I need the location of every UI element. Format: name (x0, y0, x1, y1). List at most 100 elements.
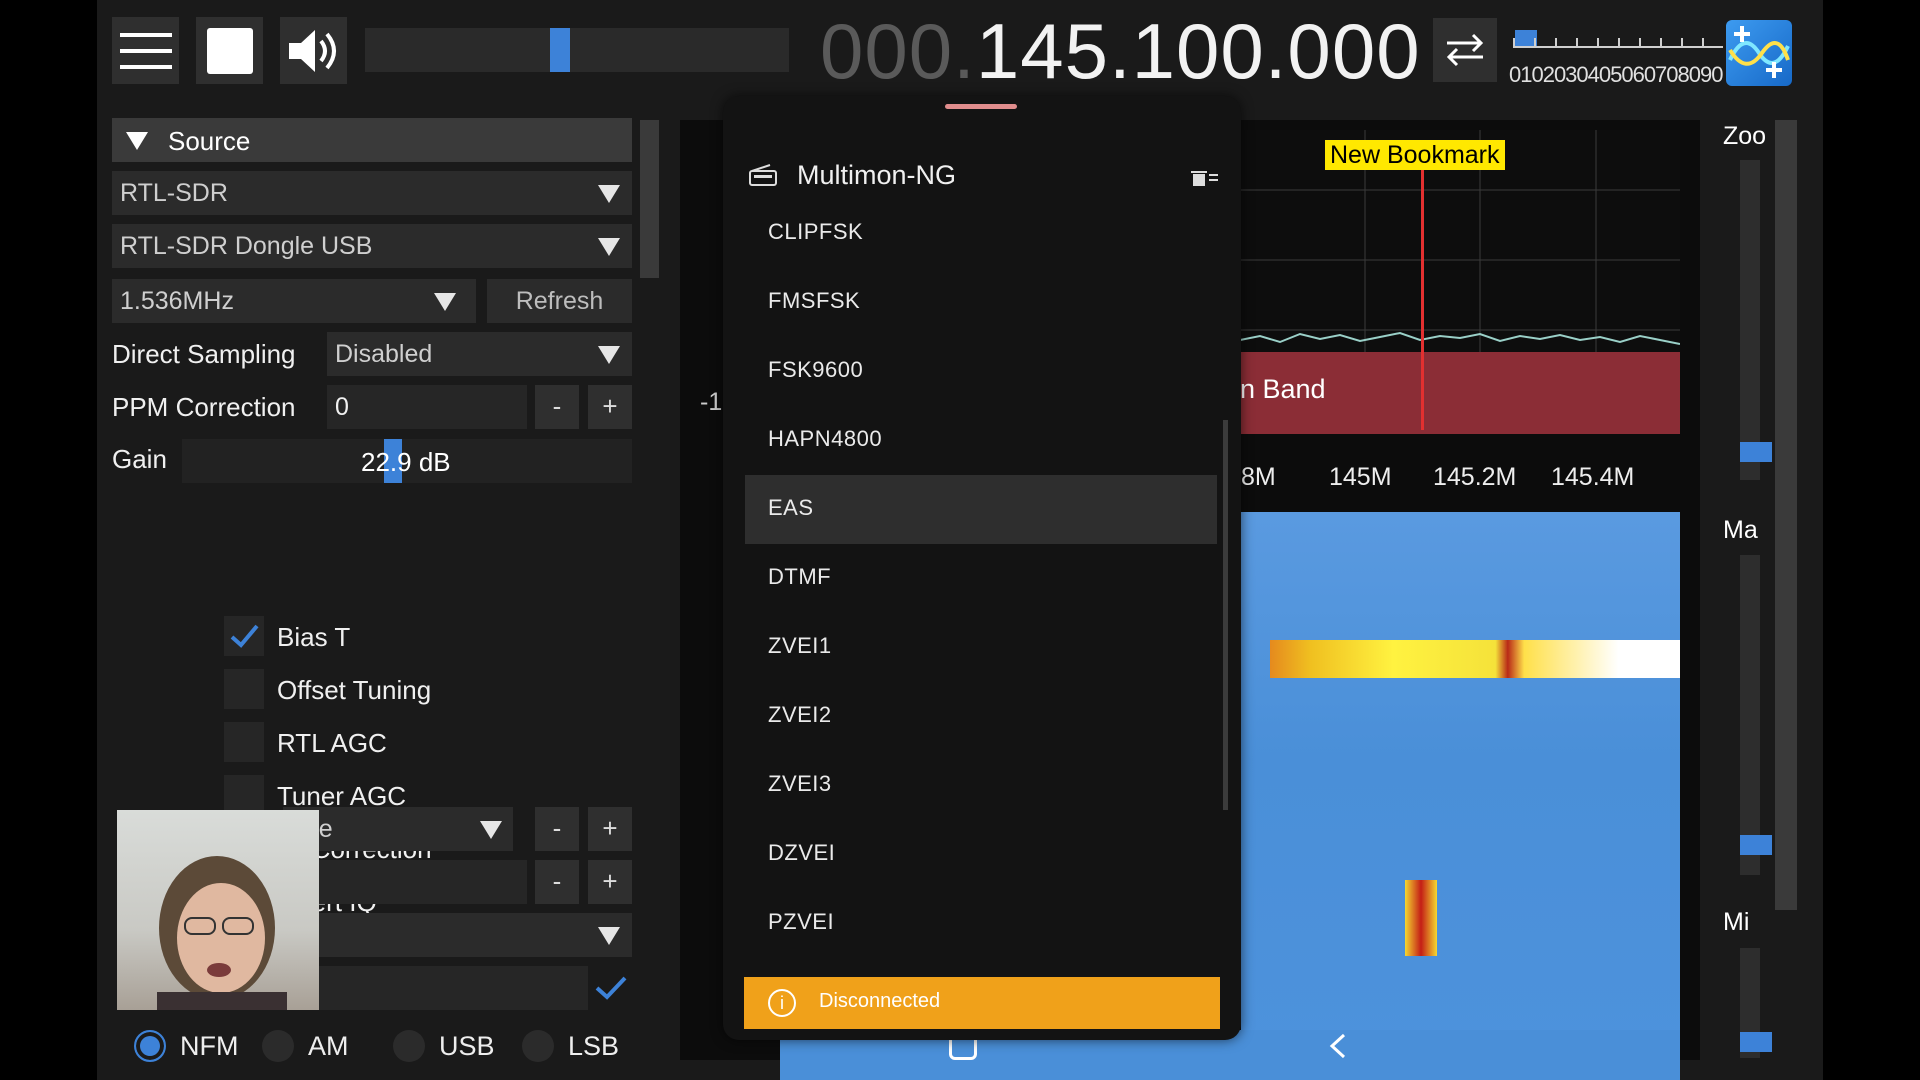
modal-title: Multimon-NG (797, 160, 957, 190)
zoom-slider[interactable] (1740, 160, 1760, 480)
back-nav-icon[interactable] (1328, 1033, 1348, 1059)
gain-value: 22.9 dB (361, 447, 451, 477)
direct-sampling-select[interactable]: Disabled (327, 332, 632, 376)
decoder-option-label: ZVEI3 (768, 771, 832, 796)
direct-sampling-value: Disabled (335, 340, 433, 368)
checkbox[interactable] (224, 616, 264, 656)
decoder-option[interactable]: HAPN4800 (745, 406, 1217, 475)
mode-label[interactable]: USB (439, 1031, 495, 1062)
waterfall-signal-trace (1270, 640, 1680, 678)
decoder-option-label: ZVEI1 (768, 633, 832, 658)
decoder-option-label: ZVEI2 (768, 702, 832, 727)
decoder-option[interactable]: PZVEI (745, 889, 1217, 958)
volume-slider[interactable] (365, 28, 789, 72)
samplerate-select-value: 1.536MHz (120, 287, 234, 315)
tuning-marker[interactable] (1421, 140, 1424, 430)
partial-increment-button-1[interactable]: + (588, 807, 632, 851)
sdrpp-logo-icon (1728, 26, 1790, 78)
chevron-down-icon (598, 238, 620, 256)
mode-label[interactable]: AM (308, 1031, 349, 1062)
decoder-option[interactable]: ZVEI2 (745, 682, 1217, 751)
stop-button[interactable] (196, 17, 263, 84)
max-slider[interactable] (1740, 555, 1760, 875)
chevron-down-icon (598, 185, 620, 203)
partial-increment-button-2[interactable]: + (588, 860, 632, 904)
right-panel-scrollbar[interactable] (1775, 120, 1797, 910)
modal-drag-handle[interactable] (945, 104, 1017, 109)
checkbox[interactable] (224, 722, 264, 762)
min-label: Mi (1723, 908, 1750, 936)
connection-status-text: Disconnected (819, 990, 941, 1012)
ppm-decrement-button[interactable]: - (535, 385, 579, 429)
mode-label[interactable]: NFM (180, 1031, 238, 1062)
volume-slider-thumb[interactable] (550, 28, 570, 72)
decoder-option[interactable]: DZVEI (745, 820, 1217, 889)
checkbox-label: Offset Tuning (277, 675, 432, 705)
partial-input-2[interactable]: 0 (283, 860, 527, 904)
checkbox[interactable] (224, 669, 264, 709)
decoder-option-label: CLIPFSK (768, 219, 864, 244)
decoder-option[interactable]: ZVEI3 (745, 751, 1217, 820)
partial-decrement-button-2[interactable]: - (535, 860, 579, 904)
ppm-increment-button[interactable]: + (588, 385, 632, 429)
ppm-correction-label: PPM Correction (112, 392, 296, 422)
mode-label[interactable]: LSB (568, 1031, 619, 1062)
x-tick-2: 145.2M (1433, 463, 1517, 491)
device-select[interactable]: RTL-SDR Dongle USB (112, 224, 632, 268)
decoder-option-label: DTMF (768, 564, 832, 589)
source-select[interactable]: RTL-SDR (112, 171, 632, 215)
trash-icon[interactable] (1190, 168, 1220, 188)
samplerate-select[interactable]: 1.536MHz (112, 279, 476, 323)
chevron-down-icon (598, 346, 620, 364)
source-panel-scrollbar[interactable] (640, 120, 659, 278)
decoder-option[interactable]: ZVEI1 (745, 613, 1217, 682)
min-slider-thumb[interactable] (1740, 1032, 1772, 1052)
chevron-down-icon (598, 927, 620, 945)
checkbox[interactable] (224, 775, 264, 815)
checkbox-label: RTL AGC (277, 728, 387, 758)
confirm-check-icon[interactable] (594, 975, 628, 1001)
collapse-arrow-icon (126, 132, 148, 150)
device-select-value: RTL-SDR Dongle USB (120, 232, 373, 260)
decoder-option[interactable]: CLIPFSK (745, 199, 1217, 268)
gain-label: Gain (112, 444, 167, 474)
swap-button[interactable] (1433, 18, 1497, 82)
mode-radio[interactable] (522, 1030, 554, 1062)
person-silhouette (157, 856, 287, 1010)
swap-arrows-icon (1446, 33, 1484, 67)
partial-input-4[interactable] (283, 966, 588, 1010)
hamburger-icon (119, 32, 172, 69)
frequency-prefix[interactable]: 000. (820, 7, 976, 95)
info-icon: i (768, 989, 796, 1017)
frequency-value[interactable]: 145.100.000 (976, 7, 1421, 95)
decoder-option[interactable]: FSK9600 (745, 337, 1217, 406)
decoder-option[interactable]: DTMF (745, 544, 1217, 613)
decoder-option[interactable]: FMSFSK (745, 268, 1217, 337)
mute-button[interactable] (280, 17, 347, 84)
mode-radio[interactable] (393, 1030, 425, 1062)
fft-y-tick: -1 (700, 388, 723, 416)
checkmark-icon (230, 624, 259, 648)
partial-select-3[interactable]: ne (283, 913, 632, 957)
snr-meter-ticks (1513, 38, 1704, 48)
waterfall[interactable] (1241, 512, 1680, 1060)
max-slider-thumb[interactable] (1740, 835, 1772, 855)
mode-radio[interactable] (262, 1030, 294, 1062)
refresh-button[interactable]: Refresh (487, 279, 632, 323)
decoder-option-label: FMSFSK (768, 288, 861, 313)
menu-button[interactable] (112, 17, 179, 84)
decoder-option[interactable]: EAS (745, 475, 1217, 544)
source-section-title: Source (168, 126, 251, 156)
mode-radio[interactable] (134, 1030, 166, 1062)
modal-scrollbar[interactable] (1223, 420, 1228, 810)
zoom-slider-thumb[interactable] (1740, 442, 1772, 462)
connection-status-bar: i Disconnected (744, 977, 1220, 1029)
app-logo[interactable] (1726, 20, 1792, 86)
frequency-display[interactable]: 000.145.100.000 (820, 10, 1421, 92)
source-section-header[interactable]: Source (112, 118, 632, 162)
zoom-label: Zoo (1723, 122, 1767, 150)
partial-decrement-button-1[interactable]: - (535, 807, 579, 851)
bookmark-label[interactable]: New Bookmark (1325, 140, 1505, 170)
chevron-down-icon (434, 293, 456, 311)
ppm-correction-input[interactable]: 0 (327, 385, 527, 429)
